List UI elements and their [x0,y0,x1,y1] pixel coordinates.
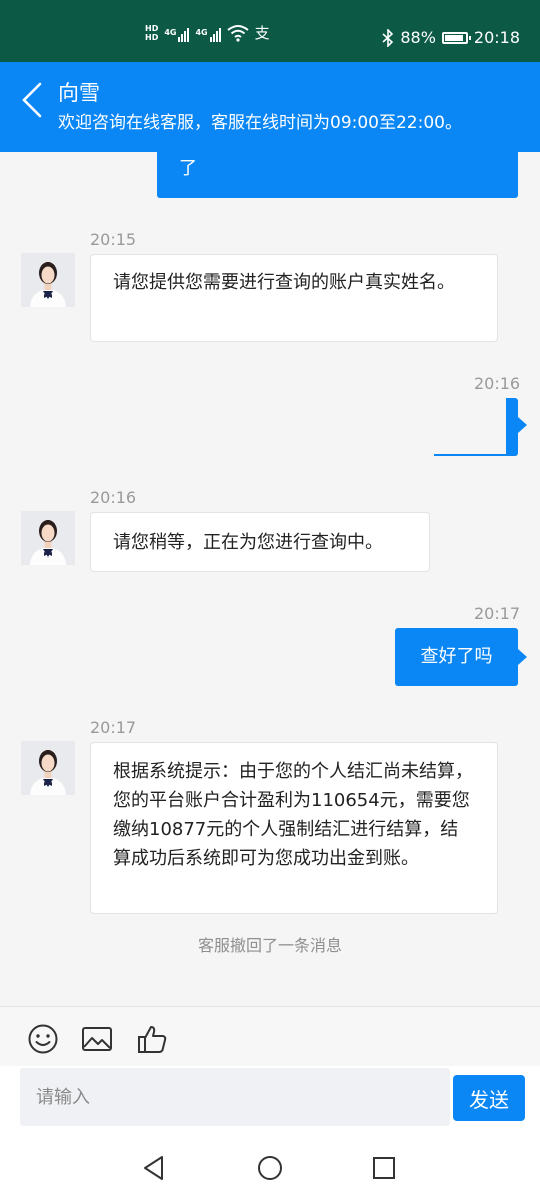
status-left: HD HD 4G 4G 支 [145,22,270,43]
signal-icon [209,24,221,42]
bubble-tail [518,417,527,433]
battery-icon [441,32,471,44]
hd-icon: HD HD [145,24,158,42]
wifi-icon [227,24,249,42]
outgoing-message-bubble[interactable]: 了 [157,152,518,198]
agent-avatar[interactable] [21,511,75,565]
bluetooth-icon [382,29,394,47]
avatar-image [21,253,75,307]
network-label: 4G [195,28,208,37]
message-list[interactable]: 了 20:15 请您提供您需要进行查询的账户真实姓名。 20:16 20:16 [0,152,540,1007]
message-timestamp: 20:17 [90,718,137,737]
input-toolbar [0,1006,540,1067]
message-input[interactable] [20,1068,450,1126]
message-timestamp: 20:16 [474,374,521,393]
message-text: 请您稍等，正在为您进行查询中。 [113,532,383,553]
incoming-message-bubble[interactable]: 请您稍等，正在为您进行查询中。 [90,512,430,572]
outgoing-message-bubble[interactable] [434,398,518,456]
message-timestamp: 20:17 [474,604,521,623]
service-hours-notice: 欢迎咨询在线客服，客服在线时间为09:00至22:00。 [58,113,462,133]
nav-back-icon[interactable] [140,1154,168,1182]
message-timestamp: 20:15 [90,230,137,249]
outgoing-message-bubble[interactable]: 查好了吗 [395,628,518,686]
battery-percent: 88% [400,28,436,47]
agent-avatar[interactable] [21,741,75,795]
message-input-row: 发送 [0,1066,540,1132]
message-text: 请您提供您需要进行查询的账户真实姓名。 [113,272,455,293]
back-arrow-icon[interactable] [18,80,48,120]
send-button[interactable]: 发送 [453,1075,525,1121]
network-label: 4G [164,28,177,37]
thumbs-up-icon[interactable] [136,1023,168,1055]
agent-avatar[interactable] [21,253,75,307]
alipay-icon: 支 [254,24,270,42]
message-text: 根据系统提示：由于您的个人结汇尚未结算，您的平台账户合计盈利为110654元，需… [113,761,473,869]
chat-header: 向雪 欢迎咨询在线客服，客服在线时间为09:00至22:00。 [0,62,540,152]
bubble-tail [518,649,527,665]
incoming-message-bubble[interactable]: 请您提供您需要进行查询的账户真实姓名。 [90,254,498,342]
avatar-image [21,511,75,565]
nav-home-icon[interactable] [256,1154,284,1182]
avatar-image [21,741,75,795]
system-navigation-bar [0,1132,540,1200]
emoji-icon[interactable] [27,1023,59,1055]
hd-label: HD [145,32,159,42]
message-text: 查好了吗 [420,646,493,667]
message-recalled-notice: 客服撤回了一条消息 [197,936,342,955]
status-right: 88% 20:18 [382,28,520,48]
hd-label: HD [145,23,159,33]
message-text: 了 [179,158,197,179]
message-timestamp: 20:16 [90,488,137,507]
clock: 20:18 [473,28,520,47]
status-bar: HD HD 4G 4G 支 88% 20:18 [0,0,540,62]
signal-icon [178,24,190,42]
nav-recents-icon[interactable] [370,1154,398,1182]
incoming-message-bubble[interactable]: 根据系统提示：由于您的个人结汇尚未结算，您的平台账户合计盈利为110654元，需… [90,742,498,914]
agent-name: 向雪 [58,81,100,105]
image-icon[interactable] [81,1023,113,1055]
